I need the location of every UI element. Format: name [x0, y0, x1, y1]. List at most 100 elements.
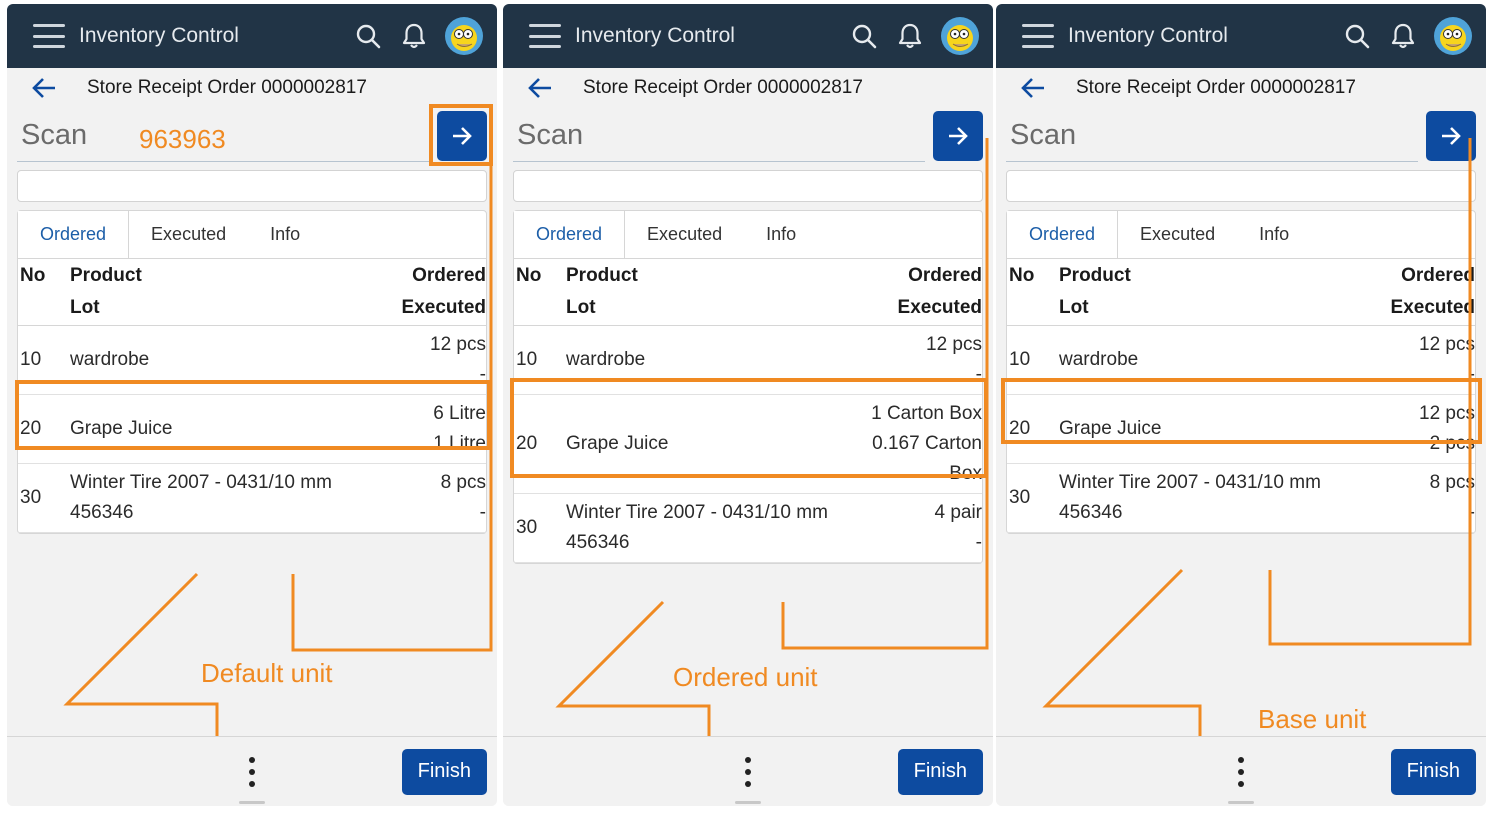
back-arrow-icon[interactable]	[31, 77, 57, 99]
avatar[interactable]	[941, 17, 979, 55]
column-ordered: Ordered	[908, 265, 982, 286]
more-options-icon[interactable]	[1236, 757, 1246, 787]
finish-button[interactable]: Finish	[897, 748, 983, 795]
row-ordered: 6 Litre	[433, 403, 486, 424]
scan-input[interactable]: Scan 963963	[17, 110, 429, 162]
row-lot: 456346	[566, 532, 630, 553]
back-arrow-icon[interactable]	[527, 77, 553, 99]
order-lines-panel: Ordered Executed Info No Product Ordered…	[17, 210, 487, 534]
tab-bar: Ordered Executed Info	[1007, 211, 1475, 259]
row-lot: 456346	[1059, 502, 1123, 523]
row-product: wardrobe	[566, 349, 646, 370]
table-header: No Product Ordered Lot Executed	[18, 259, 486, 326]
row-executed: -	[975, 532, 982, 553]
row-ordered: 8 pcs	[1429, 472, 1475, 493]
more-options-icon[interactable]	[247, 757, 257, 787]
scan-submit-button[interactable]	[933, 111, 983, 161]
secondary-input-field[interactable]	[17, 170, 487, 202]
menu-icon[interactable]	[33, 24, 65, 48]
secondary-input-field[interactable]	[513, 170, 983, 202]
phone-screen-default-unit: Inventory Control Store Receipt Order 00…	[7, 4, 497, 806]
scan-submit-button[interactable]	[437, 111, 487, 161]
tab-info[interactable]: Info	[744, 211, 818, 258]
table-row[interactable]: 20 Grape Juice 12 pcs 2 pcs	[1007, 395, 1475, 464]
home-indicator	[239, 801, 265, 804]
column-executed: Executed	[401, 297, 486, 318]
row-executed: -	[975, 364, 982, 385]
row-ordered: 12 pcs	[1419, 403, 1475, 424]
row-no: 20	[20, 418, 42, 439]
table-row[interactable]: 20 Grape Juice 1 Carton Box 0.167 Carton B…	[514, 395, 982, 494]
menu-icon[interactable]	[1022, 24, 1054, 48]
column-product: Product	[70, 265, 142, 286]
column-product: Product	[566, 265, 638, 286]
row-product: wardrobe	[70, 349, 150, 370]
finish-button[interactable]: Finish	[1390, 748, 1476, 795]
row-ordered: 1 Carton Box	[871, 403, 982, 424]
scan-placeholder: Scan	[1010, 119, 1077, 151]
back-arrow-icon[interactable]	[1020, 77, 1046, 99]
table-row[interactable]: 30 Winter Tire 2007 - 0431/10 mm 456346 8…	[18, 464, 486, 533]
secondary-input-field[interactable]	[1006, 170, 1476, 202]
scan-placeholder: Scan	[517, 119, 584, 151]
row-no: 30	[20, 487, 42, 508]
tab-info[interactable]: Info	[248, 211, 322, 258]
app-title: Inventory Control	[575, 24, 735, 47]
avatar[interactable]	[1434, 17, 1472, 55]
home-indicator	[1228, 801, 1254, 804]
bell-icon[interactable]	[1388, 21, 1418, 51]
comparison-screens: Inventory Control Store Receipt Order 00…	[0, 0, 1491, 824]
table-row[interactable]: 20 Grape Juice 6 Litre 1 Litre	[18, 395, 486, 464]
table-row[interactable]: 10 wardrobe 12 pcs -	[18, 326, 486, 395]
finish-button[interactable]: Finish	[401, 748, 487, 795]
column-ordered: Ordered	[412, 265, 486, 286]
tab-executed[interactable]: Executed	[1118, 211, 1237, 258]
scan-input[interactable]: Scan	[513, 110, 925, 162]
search-icon[interactable]	[1342, 21, 1372, 51]
scan-submit-button[interactable]	[1426, 111, 1476, 161]
bell-icon[interactable]	[399, 21, 429, 51]
avatar[interactable]	[445, 17, 483, 55]
order-content: Store Receipt Order 0000002817 Scan Orde…	[996, 68, 1486, 738]
row-ordered: 12 pcs	[430, 334, 486, 355]
arrow-right-icon	[1442, 127, 1461, 145]
table-row[interactable]: 10 wardrobe 12 pcs -	[514, 326, 982, 395]
row-ordered: 4 pair	[934, 502, 982, 523]
search-icon[interactable]	[849, 21, 879, 51]
row-executed: -	[1468, 364, 1475, 385]
home-indicator	[735, 801, 761, 804]
tab-ordered[interactable]: Ordered	[18, 211, 130, 258]
table-row[interactable]: 10 wardrobe 12 pcs -	[1007, 326, 1475, 395]
tab-info[interactable]: Info	[1237, 211, 1311, 258]
bottom-bar: Finish	[996, 736, 1486, 806]
order-title: Store Receipt Order 0000002817	[583, 77, 863, 98]
app-bar: Inventory Control	[503, 4, 993, 68]
row-no: 30	[516, 517, 538, 538]
tab-executed[interactable]: Executed	[625, 211, 744, 258]
tab-executed[interactable]: Executed	[129, 211, 248, 258]
column-ordered: Ordered	[1401, 265, 1475, 286]
row-executed: -	[1468, 502, 1475, 523]
search-icon[interactable]	[353, 21, 383, 51]
column-no: No	[20, 265, 46, 286]
column-executed: Executed	[1390, 297, 1475, 318]
table-row[interactable]: 30 Winter Tire 2007 - 0431/10 mm 456346 4…	[514, 494, 982, 563]
row-executed-wrap: Box	[949, 463, 982, 484]
table-row[interactable]: 30 Winter Tire 2007 - 0431/10 mm 456346 8…	[1007, 464, 1475, 533]
column-product: Product	[1059, 265, 1131, 286]
row-executed: 0.167 Carton	[872, 433, 982, 454]
tab-ordered[interactable]: Ordered	[1007, 211, 1119, 258]
bottom-bar: Finish	[503, 736, 993, 806]
bell-icon[interactable]	[895, 21, 925, 51]
row-product: Grape Juice	[566, 433, 669, 454]
scan-input[interactable]: Scan	[1006, 110, 1418, 162]
column-lot: Lot	[70, 297, 100, 318]
row-executed: -	[479, 364, 486, 385]
arrow-right-icon	[949, 127, 968, 145]
menu-icon[interactable]	[529, 24, 561, 48]
more-options-icon[interactable]	[743, 757, 753, 787]
row-executed: -	[479, 502, 486, 523]
app-bar: Inventory Control	[7, 4, 497, 68]
row-product: Grape Juice	[70, 418, 173, 439]
tab-ordered[interactable]: Ordered	[514, 211, 626, 258]
